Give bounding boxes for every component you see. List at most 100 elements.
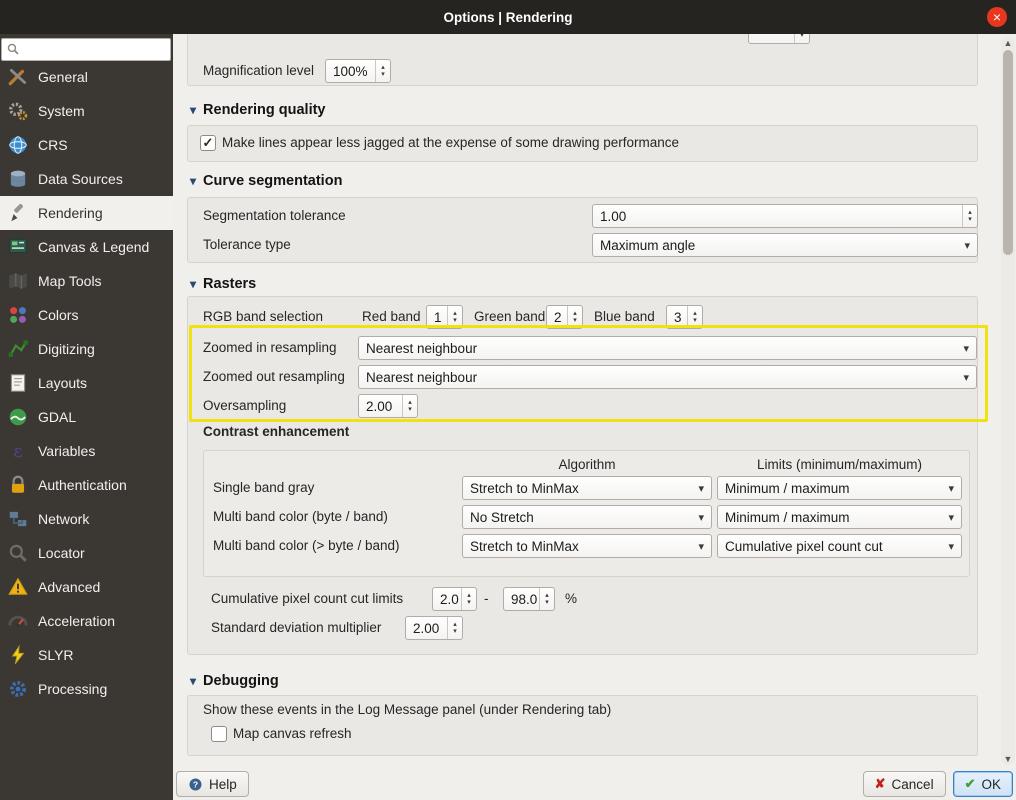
multi-band-gt-byte-limits-select[interactable]: Cumulative pixel count cut ▾ <box>717 534 962 558</box>
segmentation-tolerance-spinbox[interactable]: 1.00 ▴ ▾ <box>592 204 978 228</box>
zoomed-in-resampling-select[interactable]: Nearest neighbour ▾ <box>358 336 977 360</box>
spin-down-button[interactable]: ▾ <box>800 34 804 39</box>
spin-up-button[interactable]: ▴ <box>381 64 385 71</box>
spin-down-button[interactable]: ▾ <box>453 628 457 635</box>
sidebar-item-slyr[interactable]: SLYR <box>0 638 173 672</box>
ok-button[interactable]: ✔ OK <box>952 771 1013 797</box>
sidebar-item-network[interactable]: Network <box>0 502 173 536</box>
sidebar-item-canvas-legend[interactable]: Canvas & Legend <box>0 230 173 264</box>
red-band-spinbox[interactable]: 1 ▴ ▾ <box>426 305 463 329</box>
rasters-header[interactable]: ▾ Rasters <box>190 274 256 294</box>
spin-up-button[interactable]: ▴ <box>467 592 471 599</box>
sidebar-item-crs[interactable]: CRS <box>0 128 173 162</box>
spin-down-button[interactable]: ▾ <box>573 317 577 324</box>
spin-down-button[interactable]: ▾ <box>467 599 471 606</box>
sidebar-item-acceleration[interactable]: Acceleration <box>0 604 173 638</box>
section-title: Debugging <box>203 673 279 689</box>
sidebar-item-data-sources[interactable]: Data Sources <box>0 162 173 196</box>
spin-up-button[interactable]: ▴ <box>545 592 549 599</box>
sidebar-item-variables[interactable]: ε Variables <box>0 434 173 468</box>
cancel-button[interactable]: ✘ Cancel <box>862 771 946 797</box>
spin-down-button[interactable]: ▾ <box>545 599 549 606</box>
sidebar-item-general[interactable]: General <box>0 60 173 94</box>
magnification-spinbox[interactable]: 100% ▴ ▾ <box>325 59 391 83</box>
multi-band-gt-byte-algorithm-select[interactable]: Stretch to MinMax ▾ <box>462 534 712 558</box>
blue-band-spinbox[interactable]: 3 ▴ ▾ <box>666 305 703 329</box>
database-icon <box>10 170 26 187</box>
sidebar-item-label: Acceleration <box>38 613 116 629</box>
sidebar-item-layouts[interactable]: Layouts <box>0 366 173 400</box>
vertical-scrollbar[interactable]: ▲ ▼ <box>1001 37 1015 765</box>
sidebar-item-locator[interactable]: Locator <box>0 536 173 570</box>
page-icon <box>10 374 26 392</box>
sidebar-item-map-tools[interactable]: Map Tools <box>0 264 173 298</box>
spin-value: 100% <box>333 63 368 79</box>
help-button[interactable]: ? Help <box>176 771 249 797</box>
cumulative-cut-limits-label: Cumulative pixel count cut limits <box>211 591 404 606</box>
selected-value: Nearest neighbour <box>366 369 478 385</box>
scroll-down-button[interactable]: ▼ <box>1001 753 1015 765</box>
map-canvas-refresh-label[interactable]: Map canvas refresh <box>233 722 352 746</box>
sidebar-item-authentication[interactable]: Authentication <box>0 468 173 502</box>
spin-up-button[interactable]: ▴ <box>693 310 697 317</box>
spin-down-button[interactable]: ▾ <box>968 216 972 223</box>
section-title: Curve segmentation <box>203 173 343 189</box>
curve-segmentation-header[interactable]: ▾ Curve segmentation <box>190 171 342 191</box>
spin-up-button[interactable]: ▴ <box>453 621 457 628</box>
single-band-gray-limits-select[interactable]: Minimum / maximum ▾ <box>717 476 962 500</box>
single-band-gray-algorithm-select[interactable]: Stretch to MinMax ▾ <box>462 476 712 500</box>
spin-up-button[interactable]: ▴ <box>408 399 412 406</box>
antialias-label[interactable]: Make lines appear less jagged at the exp… <box>222 131 679 155</box>
sidebar-item-digitizing[interactable]: Digitizing <box>0 332 173 366</box>
rendering-quality-header[interactable]: ▾ Rendering quality <box>190 100 326 120</box>
processing-gear-icon <box>10 681 26 697</box>
cancel-label: Cancel <box>891 776 934 792</box>
sidebar-item-label: Authentication <box>38 477 127 493</box>
spin-up-button[interactable]: ▴ <box>573 310 577 317</box>
multi-band-byte-label: Multi band color (byte / band) <box>213 509 388 524</box>
sidebar-item-rendering[interactable]: Rendering <box>0 196 173 230</box>
settings-scroll-area: ▴▾ Magnification level 100% ▴▾ ▾ Renderi… <box>173 34 1016 768</box>
spin-down-button[interactable]: ▾ <box>381 71 385 78</box>
spin-buttons: ▴▾ <box>567 306 582 328</box>
window-title: Options | Rendering <box>443 9 573 25</box>
cumulative-min-spinbox[interactable]: 2.0 ▴ ▾ <box>432 587 477 611</box>
spin-up-button[interactable]: ▴ <box>968 209 972 216</box>
partial-spinbox[interactable]: ▴▾ <box>748 34 810 44</box>
sidebar-item-colors[interactable]: Colors <box>0 298 173 332</box>
sidebar-item-gdal[interactable]: GDAL <box>0 400 173 434</box>
svg-text:?: ? <box>193 779 198 789</box>
debugging-header[interactable]: ▾ Debugging <box>190 671 279 691</box>
sidebar-item-system[interactable]: System <box>0 94 173 128</box>
spin-buttons: ▴▾ <box>794 34 809 43</box>
tolerance-type-select[interactable]: Maximum angle ▾ <box>592 233 978 257</box>
multi-band-byte-limits-select[interactable]: Minimum / maximum ▾ <box>717 505 962 529</box>
spin-value: 2.00 <box>366 398 393 414</box>
oversampling-spinbox[interactable]: 2.00 ▴ ▾ <box>358 394 418 418</box>
sidebar-item-processing[interactable]: Processing <box>0 672 173 706</box>
antialias-checkbox[interactable]: ✓ <box>200 135 216 151</box>
scroll-up-button[interactable]: ▲ <box>1001 37 1015 49</box>
chevron-down-icon: ▾ <box>964 239 970 252</box>
stddev-multiplier-spinbox[interactable]: 2.00 ▴ ▾ <box>405 616 463 640</box>
sidebar-item-label: Advanced <box>38 579 101 595</box>
multi-band-byte-algorithm-select[interactable]: No Stretch ▾ <box>462 505 712 529</box>
spin-down-button[interactable]: ▾ <box>453 317 457 324</box>
spin-down-button[interactable]: ▾ <box>408 406 412 413</box>
close-button[interactable]: × <box>987 7 1007 27</box>
sidebar-search-input[interactable] <box>1 38 171 61</box>
dialog-footer: ? Help ✘ Cancel ✔ OK <box>173 768 1016 800</box>
scrollbar-thumb[interactable] <box>1003 50 1013 255</box>
spin-down-button[interactable]: ▾ <box>693 317 697 324</box>
sidebar-item-advanced[interactable]: Advanced <box>0 570 173 604</box>
sidebar-item-label: CRS <box>38 137 68 153</box>
green-band-spinbox[interactable]: 2 ▴ ▾ <box>546 305 583 329</box>
sidebar-item-label: Colors <box>38 307 79 323</box>
spin-up-button[interactable]: ▴ <box>453 310 457 317</box>
map-canvas-refresh-checkbox[interactable] <box>211 726 227 742</box>
cumulative-max-spinbox[interactable]: 98.0 ▴ ▾ <box>503 587 555 611</box>
spin-buttons: ▴▾ <box>687 306 702 328</box>
zoomed-out-resampling-select[interactable]: Nearest neighbour ▾ <box>358 365 977 389</box>
rgb-band-selection-label: RGB band selection <box>203 309 324 324</box>
single-band-gray-label: Single band gray <box>213 480 315 495</box>
